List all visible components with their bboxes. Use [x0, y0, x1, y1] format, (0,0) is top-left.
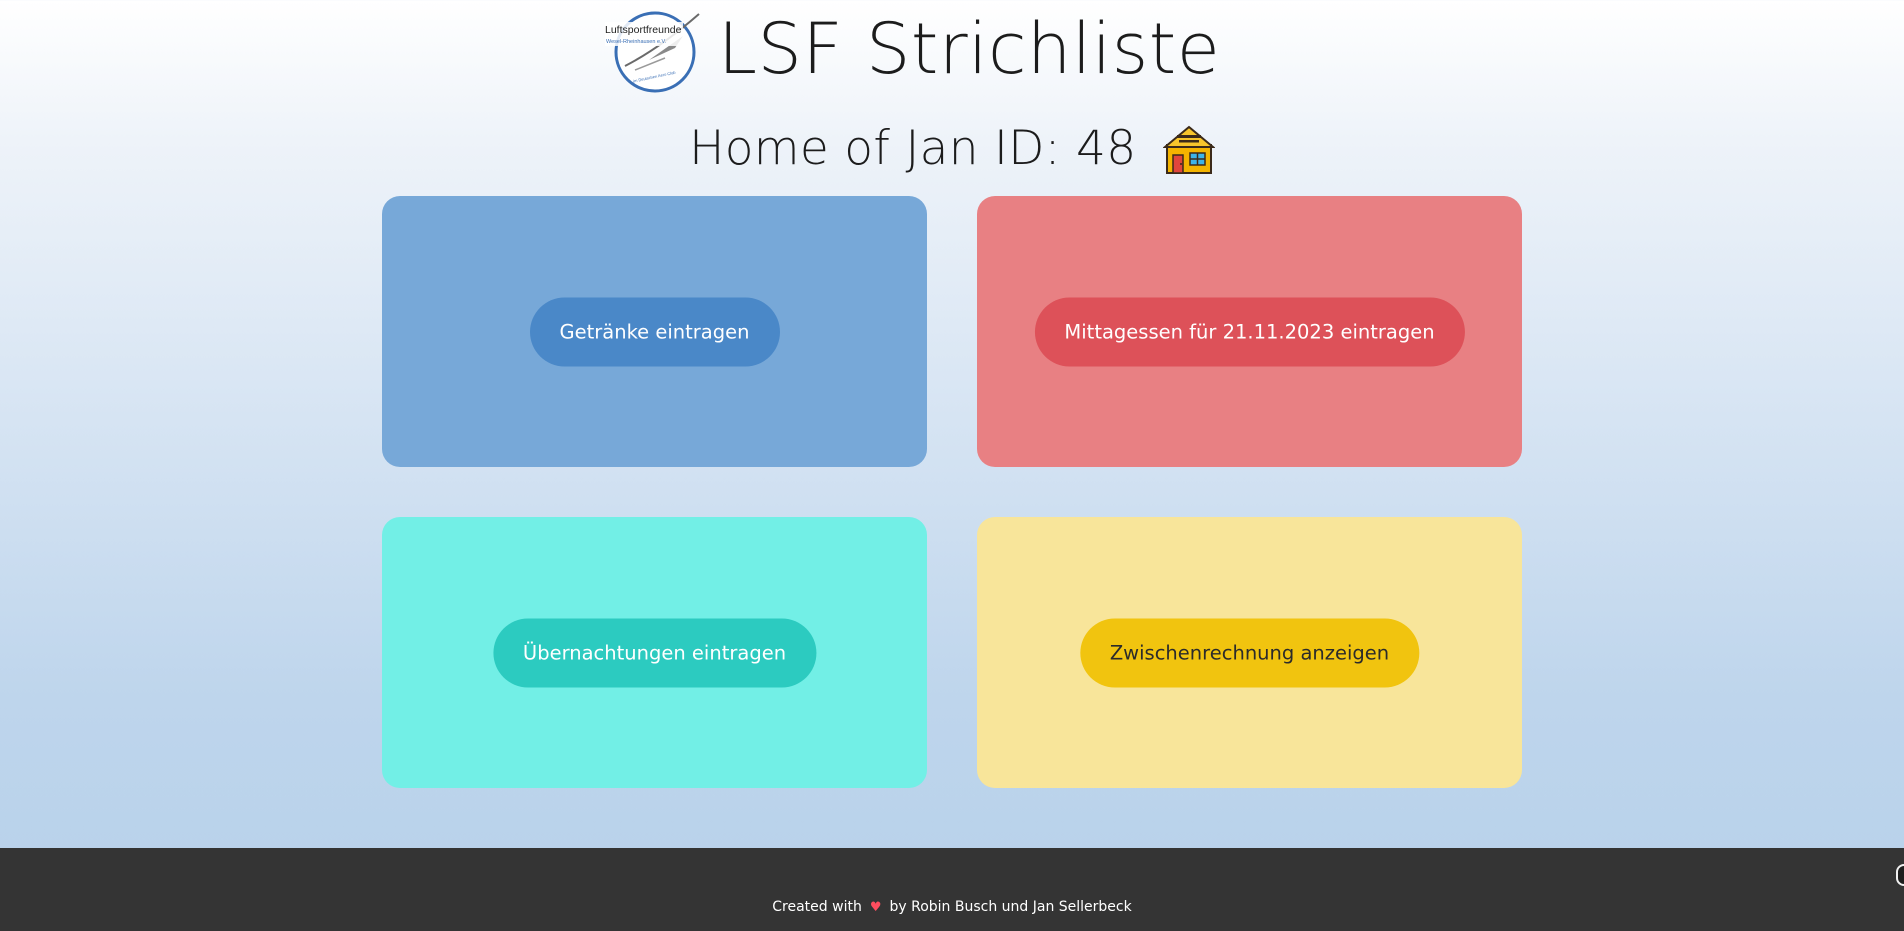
page-footer: Created with ♥ by Robin Busch und Jan Sell… — [0, 848, 1904, 931]
show-interim-bill-button[interactable]: Zwischenrechnung anzeigen — [1079, 618, 1420, 687]
app-title: LSF Strichliste — [718, 8, 1221, 90]
enter-drinks-button[interactable]: Getränke eintragen — [529, 297, 780, 366]
footer-credits: Created with ♥ by Robin Busch und Jan Sell… — [0, 899, 1904, 915]
club-logo: Luftsportfreunde Wesel-Rheinhausen e.V. … — [605, 11, 700, 93]
logo-club-name: Luftsportfreunde — [605, 24, 682, 36]
scroll-indicator-icon[interactable] — [1896, 864, 1904, 886]
footer-created-with: Created with — [772, 899, 862, 915]
interim-bill-card: Zwischenrechnung anzeigen — [977, 517, 1522, 788]
overnight-card: Übernachtungen eintragen — [382, 517, 927, 788]
drinks-card: Getränke eintragen — [382, 196, 927, 467]
home-heading: Home of Jan ID: 48 — [0, 118, 1904, 184]
house-icon — [1162, 125, 1215, 174]
page-header: Luftsportfreunde Wesel-Rheinhausen e.V. … — [0, 0, 1904, 100]
logo-subtitle: Wesel-Rheinhausen e.V. — [606, 39, 667, 45]
heart-icon: ♥ — [869, 900, 882, 915]
home-text: Home of Jan ID: 48 — [689, 121, 1137, 176]
enter-lunch-button[interactable]: Mittagessen für 21.11.2023 eintragen — [1034, 297, 1465, 366]
lunch-card: Mittagessen für 21.11.2023 eintragen — [977, 196, 1522, 467]
enter-overnight-stays-button[interactable]: Übernachtungen eintragen — [492, 618, 817, 687]
footer-authors: by Robin Busch und Jan Sellerbeck — [889, 899, 1132, 915]
